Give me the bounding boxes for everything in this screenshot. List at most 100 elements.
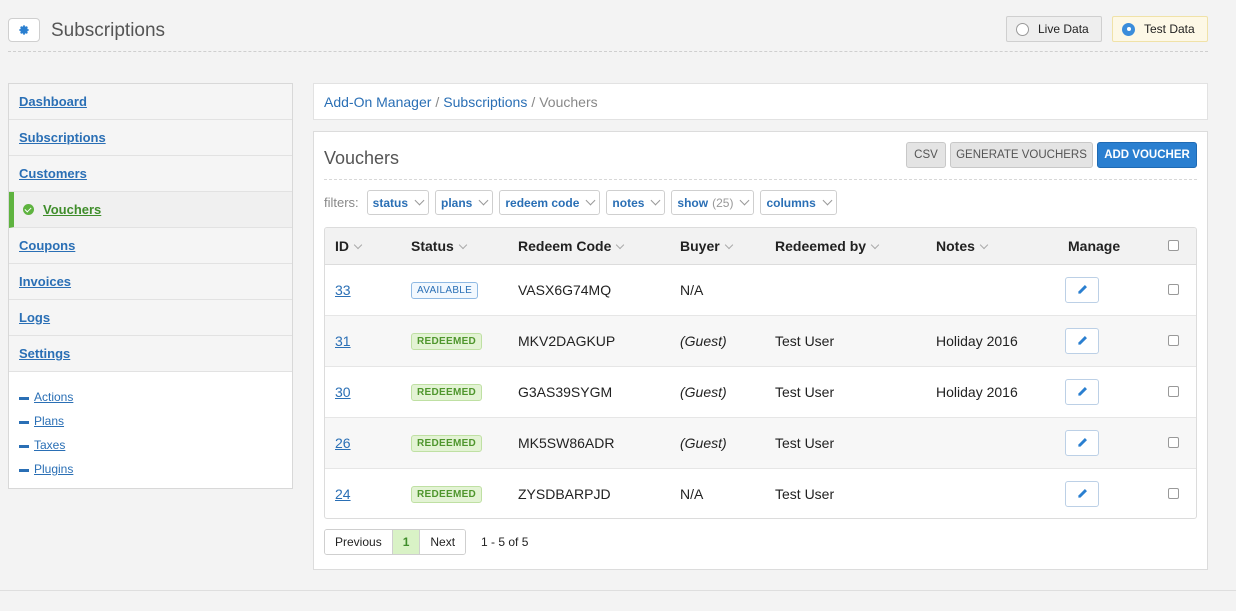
sidebar-item-settings[interactable]: Settings: [9, 336, 292, 372]
voucher-id-link[interactable]: 31: [335, 333, 351, 349]
sub-link-label[interactable]: Actions: [34, 390, 73, 404]
row-checkbox[interactable]: [1168, 334, 1179, 346]
settings-button[interactable]: [8, 18, 40, 42]
generate-vouchers-button[interactable]: GENERATE VOUCHERS: [950, 142, 1093, 168]
filter-label: show: [677, 195, 709, 210]
filter-notes-dropdown[interactable]: notes: [606, 190, 666, 215]
cell-redeem-code: ZYSDBARPJD: [518, 485, 611, 502]
voucher-id-link[interactable]: 33: [335, 282, 351, 298]
sub-link-label[interactable]: Taxes: [34, 438, 65, 452]
breadcrumb-separator: /: [435, 93, 440, 110]
row-checkbox[interactable]: [1168, 283, 1179, 295]
current-page-button[interactable]: 1: [391, 530, 420, 554]
cell-redeemed-by: Test User: [775, 332, 835, 349]
cell-notes: [936, 264, 1065, 315]
sidebar-item-label[interactable]: Customers: [19, 166, 87, 181]
sidebar-item-label[interactable]: Dashboard: [19, 94, 87, 109]
cell-select: [1151, 417, 1196, 468]
sidebar-item-coupons[interactable]: Coupons: [9, 228, 292, 264]
edit-button[interactable]: [1065, 480, 1099, 507]
breadcrumb-link-addon-manager[interactable]: Add-On Manager: [324, 94, 431, 110]
csv-export-button[interactable]: CSV: [906, 142, 946, 168]
edit-button[interactable]: [1065, 378, 1099, 405]
sidebar-item-invoices[interactable]: Invoices: [9, 264, 292, 300]
edit-button[interactable]: [1065, 327, 1099, 354]
row-checkbox[interactable]: [1168, 487, 1179, 499]
live-data-toggle[interactable]: Live Data: [1006, 16, 1102, 42]
column-header-redeem-code[interactable]: Redeem Code: [518, 228, 680, 265]
sidebar-item-label[interactable]: Subscriptions: [19, 130, 106, 145]
column-header-redeemed-by[interactable]: Redeemed by: [775, 228, 936, 265]
column-header-notes[interactable]: Notes: [936, 228, 1065, 265]
cell-buyer: (Guest): [680, 332, 727, 349]
check-circle-icon: [23, 204, 34, 215]
filter-bar: filters: status plans redeem code notes …: [324, 190, 843, 215]
status-badge: REDEEMED: [411, 333, 483, 350]
cell-manage: [1065, 315, 1151, 366]
breadcrumb-separator: /: [531, 93, 536, 110]
cell-status: REDEEMED: [411, 468, 518, 518]
filter-show-dropdown[interactable]: show (25): [671, 190, 755, 215]
cell-manage: [1065, 417, 1151, 468]
select-all-checkbox[interactable]: [1168, 239, 1179, 251]
sub-link-label[interactable]: Plans: [34, 414, 64, 428]
sidebar-item-label[interactable]: Settings: [19, 346, 70, 361]
filter-status-dropdown[interactable]: status: [366, 190, 430, 215]
status-badge: REDEEMED: [411, 384, 483, 401]
test-data-radio[interactable]: [1122, 22, 1135, 36]
filter-columns-dropdown[interactable]: columns: [760, 190, 837, 215]
add-voucher-button[interactable]: ADD VOUCHER: [1097, 142, 1197, 168]
chevron-down-icon: [724, 240, 733, 249]
breadcrumb-link-subscriptions[interactable]: Subscriptions: [443, 94, 527, 110]
cell-redeemed-by: [775, 264, 936, 315]
sidebar-item-customers[interactable]: Customers: [9, 156, 292, 192]
filter-redeem-code-dropdown[interactable]: redeem code: [499, 190, 601, 215]
column-header-id[interactable]: ID: [325, 228, 411, 265]
row-checkbox[interactable]: [1168, 385, 1179, 397]
live-data-radio[interactable]: [1016, 22, 1029, 36]
cell-buyer: N/A: [680, 485, 704, 502]
chevron-down-icon: [650, 195, 661, 206]
cell-status: AVAILABLE: [411, 264, 518, 315]
chevron-down-icon: [458, 240, 468, 249]
cell-notes: [936, 417, 1065, 468]
sub-link-label[interactable]: Plugins: [34, 462, 73, 476]
sidebar-item-subscriptions[interactable]: Subscriptions: [9, 120, 292, 156]
filter-plans-dropdown[interactable]: plans: [435, 190, 494, 215]
previous-page-button[interactable]: Previous: [325, 530, 392, 554]
sidebar-item-vouchers[interactable]: Vouchers: [9, 192, 292, 228]
column-header-status[interactable]: Status: [411, 228, 518, 265]
row-checkbox[interactable]: [1168, 436, 1179, 448]
cell-select: [1151, 468, 1196, 518]
page-header: Subscriptions Live Data Test Data: [8, 16, 1208, 52]
sidebar-item-label[interactable]: Vouchers: [43, 202, 101, 217]
edit-button[interactable]: [1065, 429, 1099, 456]
cell-redeem-code: G3AS39SYGM: [518, 383, 613, 400]
filter-label: status: [372, 195, 409, 210]
pencil-icon: [1077, 438, 1087, 447]
voucher-id-link[interactable]: 30: [335, 384, 351, 400]
status-badge: REDEEMED: [411, 486, 483, 504]
breadcrumb-current: Vouchers: [539, 93, 598, 110]
filter-label: notes: [612, 195, 645, 210]
cell-id: 26: [325, 417, 411, 468]
test-data-toggle[interactable]: Test Data: [1112, 16, 1208, 42]
sidebar-item-label[interactable]: Logs: [19, 310, 50, 325]
live-data-label: Live Data: [1038, 22, 1089, 36]
edit-button[interactable]: [1065, 276, 1099, 303]
sidebar-item-label[interactable]: Invoices: [19, 274, 71, 289]
cell-status: REDEEMED: [411, 417, 518, 468]
sidebar-item-dashboard[interactable]: Dashboard: [9, 84, 292, 120]
dash-icon: ▬: [19, 439, 29, 451]
sidebar-item-logs[interactable]: Logs: [9, 300, 292, 336]
cell-manage: [1065, 366, 1151, 417]
breadcrumb: Add-On Manager / Subscriptions / Voucher…: [313, 83, 1208, 120]
panel-title: Vouchers: [324, 148, 400, 168]
column-header-buyer[interactable]: Buyer: [680, 228, 775, 265]
voucher-id-link[interactable]: 24: [335, 486, 351, 502]
next-page-button[interactable]: Next: [419, 530, 466, 554]
table-row: 30 REDEEMED G3AS39SYGM (Guest) Test User…: [325, 366, 1196, 417]
cell-select: [1151, 264, 1196, 315]
sidebar-item-label[interactable]: Coupons: [19, 238, 75, 253]
voucher-id-link[interactable]: 26: [335, 435, 351, 451]
